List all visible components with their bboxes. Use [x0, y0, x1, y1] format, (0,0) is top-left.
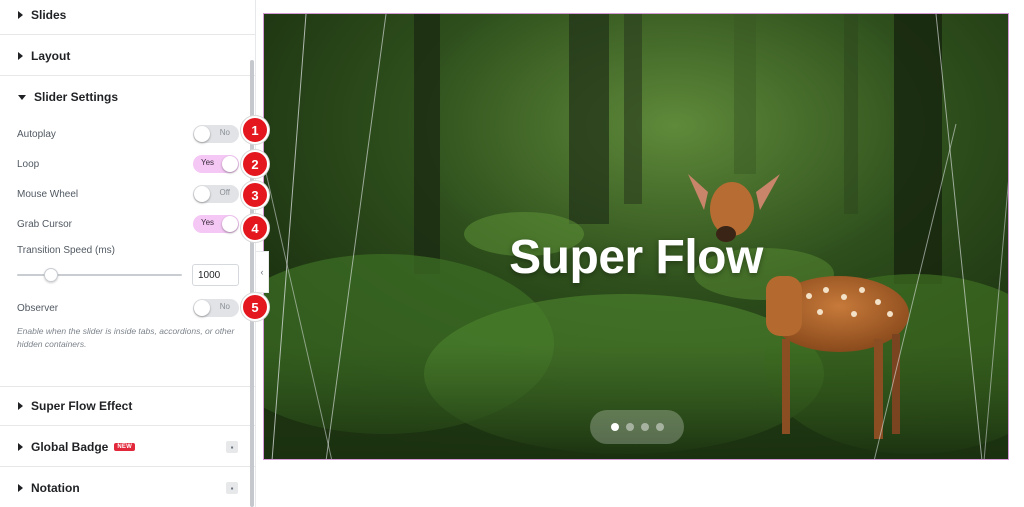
- loop-toggle[interactable]: Yes: [193, 155, 239, 173]
- loop-label: Loop: [17, 159, 40, 170]
- callout-1: 1: [241, 116, 269, 144]
- transition-speed-label: Transition Speed (ms): [17, 245, 115, 256]
- caret-right-icon: [18, 402, 23, 410]
- grab-cursor-toggle[interactable]: Yes: [193, 215, 239, 233]
- toggle-knob: [222, 216, 238, 232]
- caret-down-icon: [18, 94, 26, 100]
- section-global-badge[interactable]: Global Badge NEW ▪: [0, 427, 255, 467]
- caret-right-icon: [18, 10, 23, 19]
- section-slides[interactable]: Slides: [0, 0, 255, 35]
- toggle-knob: [194, 126, 210, 142]
- slide-title: Super Flow: [509, 231, 763, 284]
- transition-speed-slider-handle[interactable]: [44, 268, 58, 282]
- section-notation[interactable]: Notation ▪: [0, 468, 255, 507]
- section-slider-settings-label: Slider Settings: [34, 90, 119, 104]
- slider-pagination: [590, 410, 684, 444]
- section-slides-label: Slides: [31, 7, 67, 22]
- grab-cursor-label: Grab Cursor: [17, 219, 73, 230]
- autoplay-label: Autoplay: [17, 129, 56, 140]
- mouse-wheel-label: Mouse Wheel: [17, 189, 79, 200]
- callout-3: 3: [241, 181, 269, 209]
- observer-help-text: Enable when the slider is inside tabs, a…: [17, 326, 235, 349]
- toggle-knob: [194, 300, 210, 316]
- pagination-dot-1[interactable]: [610, 423, 619, 431]
- autoplay-toggle[interactable]: No: [193, 125, 239, 143]
- observer-state: No: [219, 302, 230, 311]
- slider-preview[interactable]: Super Flow: [263, 13, 1009, 460]
- new-badge: NEW: [114, 442, 135, 451]
- pro-lock-icon: ▪: [226, 482, 238, 494]
- toggle-knob: [222, 156, 238, 172]
- caret-right-icon: [18, 483, 23, 492]
- observer-label: Observer: [17, 303, 59, 314]
- loop-state: Yes: [201, 158, 215, 167]
- transition-speed-input[interactable]: 1000: [192, 264, 239, 286]
- autoplay-state: No: [219, 128, 230, 137]
- mouse-wheel-state: Off: [219, 188, 230, 197]
- callout-5: 5: [241, 293, 269, 321]
- observer-toggle[interactable]: No: [193, 299, 239, 317]
- toggle-knob: [194, 186, 210, 202]
- collapse-panel-button[interactable]: ‹: [256, 251, 269, 293]
- pagination-dot-2[interactable]: [625, 423, 634, 431]
- grab-cursor-state: Yes: [201, 218, 215, 227]
- caret-right-icon: [18, 51, 23, 60]
- callout-4: 4: [241, 214, 269, 242]
- caret-right-icon: [18, 442, 23, 451]
- pro-lock-icon: ▪: [226, 441, 238, 453]
- transition-speed-slider-track[interactable]: [17, 274, 182, 276]
- pagination-dot-3[interactable]: [640, 423, 649, 431]
- section-super-flow-effect-label: Super Flow Effect: [31, 399, 133, 413]
- section-global-badge-label: Global Badge: [31, 439, 109, 454]
- section-slider-settings[interactable]: Slider Settings: [0, 77, 255, 117]
- chevron-left-icon: ‹: [260, 267, 264, 277]
- section-layout-label: Layout: [31, 48, 71, 63]
- settings-panel: Slides Layout Slider Settings Autoplay N…: [0, 0, 256, 507]
- callout-2: 2: [241, 150, 269, 178]
- pagination-dot-4[interactable]: [655, 423, 664, 431]
- section-notation-label: Notation: [31, 480, 80, 495]
- section-layout[interactable]: Layout: [0, 36, 255, 76]
- section-super-flow-effect[interactable]: Super Flow Effect: [0, 386, 255, 426]
- mouse-wheel-toggle[interactable]: Off: [193, 185, 239, 203]
